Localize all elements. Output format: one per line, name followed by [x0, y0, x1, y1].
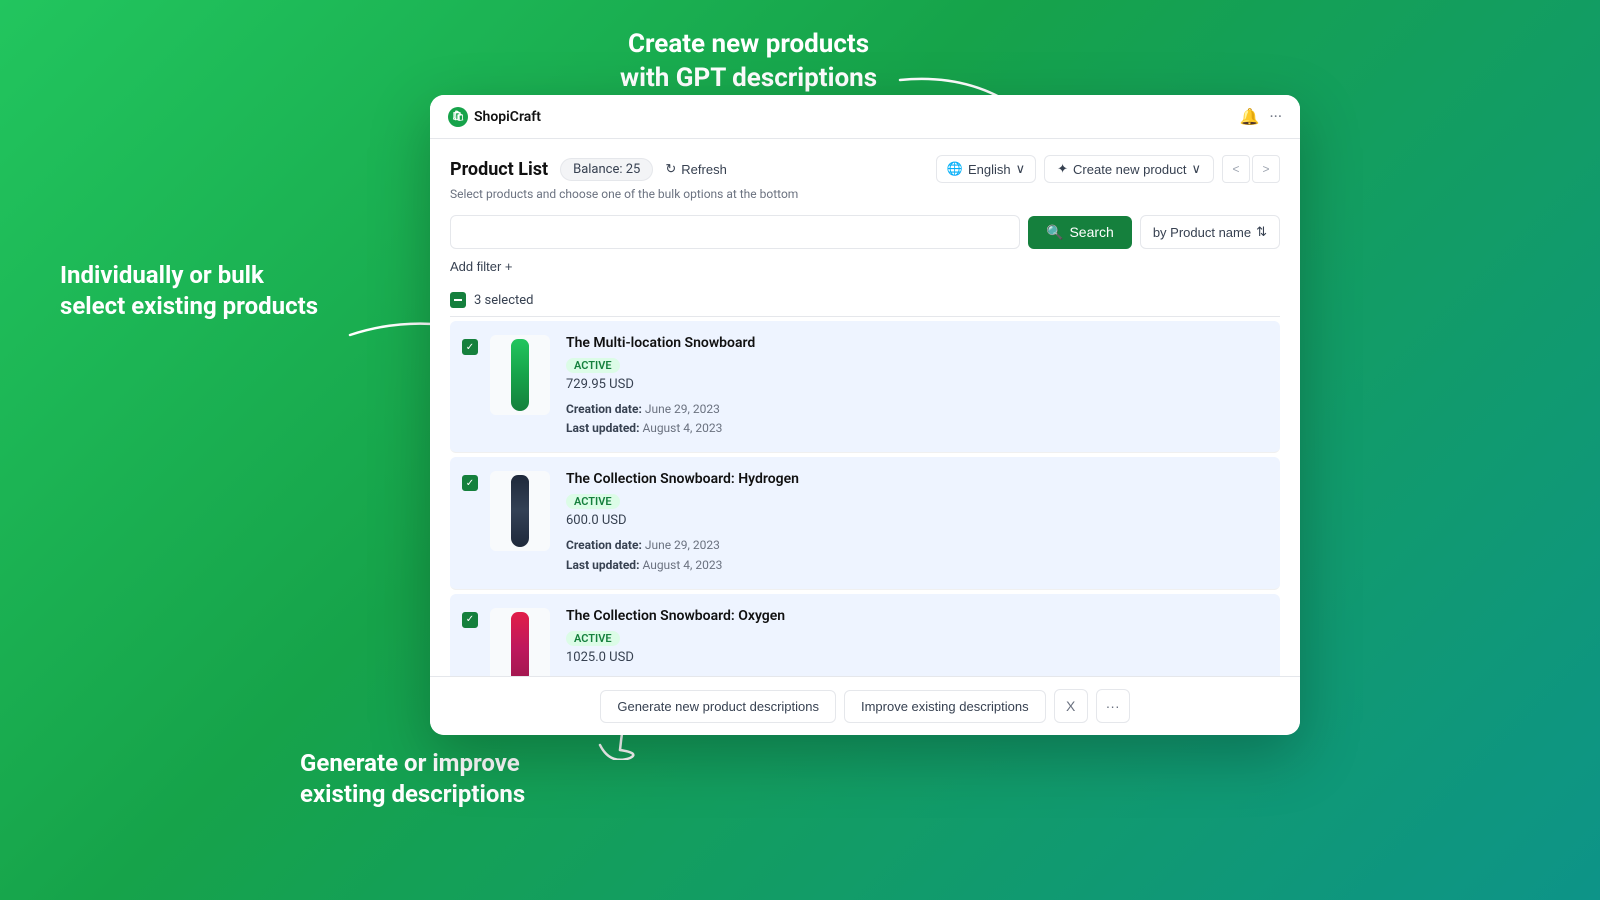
add-filter-button[interactable]: Add filter + [450, 259, 513, 274]
brand-name: ShopiCraft [474, 109, 541, 125]
title-bar: 🛍 ShopiCraft 🔔 ··· [430, 95, 1300, 139]
create-product-button[interactable]: ✦ Create new product ∨ [1044, 155, 1214, 183]
check-icon: ✓ [466, 342, 474, 353]
annotation-bottom: Generate or improve existing description… [300, 748, 525, 810]
check-icon: ✓ [466, 614, 474, 625]
product-item: ✓ The Multi-location Snowboard ACTIVE 72… [450, 321, 1280, 453]
product-name-3: The Collection Snowboard: Oxygen [566, 608, 1268, 624]
nav-next-button[interactable]: > [1252, 155, 1280, 183]
brand: 🛍 ShopiCraft [448, 107, 541, 127]
product-price-1: 729.95 USD [566, 377, 1268, 392]
product-status-3: ACTIVE [566, 631, 620, 646]
product-image-3 [490, 608, 550, 676]
brand-icon: 🛍 [448, 107, 468, 127]
language-button[interactable]: 🌐 English ∨ [936, 155, 1036, 183]
bottom-bar: Generate new product descriptions Improv… [430, 676, 1300, 735]
select-all-checkbox[interactable] [450, 292, 466, 308]
page-title: Product List [450, 159, 548, 180]
product-name-2: The Collection Snowboard: Hydrogen [566, 471, 1268, 487]
more-actions-button[interactable]: ··· [1096, 689, 1130, 723]
product-info-2: The Collection Snowboard: Hydrogen ACTIV… [566, 471, 1268, 574]
nav-prev-button[interactable]: < [1222, 155, 1250, 183]
search-icon: 🔍 [1046, 224, 1063, 241]
notification-icon[interactable]: 🔔 [1240, 107, 1260, 126]
nav-arrows: < > [1222, 155, 1280, 183]
generate-descriptions-button[interactable]: Generate new product descriptions [600, 690, 836, 723]
product-meta-2: Creation date: June 29, 2023 Last update… [566, 536, 1268, 574]
snowboard-visual-2 [511, 475, 529, 547]
sort-icon: ⇅ [1256, 224, 1267, 240]
indeterminate-indicator [454, 299, 462, 301]
product-item: ✓ The Collection Snowboard: Hydrogen ACT… [450, 457, 1280, 589]
page-subtitle: Select products and choose one of the bu… [450, 187, 1280, 201]
search-input[interactable] [450, 215, 1020, 249]
product-checkbox-1[interactable]: ✓ [462, 339, 478, 355]
product-list: ✓ The Multi-location Snowboard ACTIVE 72… [450, 321, 1280, 676]
refresh-icon: ↻ [665, 161, 676, 177]
product-name-1: The Multi-location Snowboard [566, 335, 1268, 351]
product-status-2: ACTIVE [566, 494, 620, 509]
snowboard-visual-1 [511, 339, 529, 411]
selected-count: 3 selected [474, 293, 533, 308]
improve-descriptions-button[interactable]: Improve existing descriptions [844, 690, 1046, 723]
product-price-2: 600.0 USD [566, 513, 1268, 528]
product-checkbox-3[interactable]: ✓ [462, 612, 478, 628]
close-button[interactable]: X [1054, 689, 1088, 723]
product-image-2 [490, 471, 550, 551]
check-icon: ✓ [466, 478, 474, 489]
more-icon[interactable]: ··· [1269, 107, 1282, 126]
balance-badge: Balance: 25 [560, 158, 653, 181]
header-right: 🌐 English ∨ ✦ Create new product ∨ < > [936, 155, 1280, 183]
selected-row: 3 selected [450, 284, 1280, 317]
search-button[interactable]: 🔍 Search [1028, 216, 1132, 249]
content-area: Product List Balance: 25 ↻ Refresh 🌐 Eng… [430, 139, 1300, 676]
product-price-3: 1025.0 USD [566, 650, 1268, 665]
product-item: ✓ The Collection Snowboard: Oxygen ACTIV… [450, 594, 1280, 676]
app-window: 🛍 ShopiCraft 🔔 ··· Product List Balance:… [430, 95, 1300, 735]
language-icon: 🌐 [947, 161, 963, 177]
search-row: 🔍 Search by Product name ⇅ [450, 215, 1280, 249]
chevron-down-icon: ∨ [1016, 161, 1026, 177]
page-header: Product List Balance: 25 ↻ Refresh 🌐 Eng… [450, 155, 1280, 183]
create-icon: ✦ [1057, 161, 1068, 177]
product-meta-1: Creation date: June 29, 2023 Last update… [566, 400, 1268, 438]
annotation-left: Individually or bulk select existing pro… [60, 260, 318, 322]
product-info-3: The Collection Snowboard: Oxygen ACTIVE … [566, 608, 1268, 676]
sort-button[interactable]: by Product name ⇅ [1140, 215, 1280, 249]
product-status-1: ACTIVE [566, 358, 620, 373]
product-info-1: The Multi-location Snowboard ACTIVE 729.… [566, 335, 1268, 438]
product-checkbox-2[interactable]: ✓ [462, 475, 478, 491]
filter-row: Add filter + [450, 259, 1280, 274]
refresh-button[interactable]: ↻ Refresh [665, 161, 726, 177]
annotation-top: Create new products with GPT description… [620, 28, 877, 96]
snowboard-visual-3 [511, 612, 529, 676]
chevron-down-icon: ∨ [1191, 161, 1201, 177]
title-bar-actions: 🔔 ··· [1240, 107, 1282, 126]
product-image-1 [490, 335, 550, 415]
